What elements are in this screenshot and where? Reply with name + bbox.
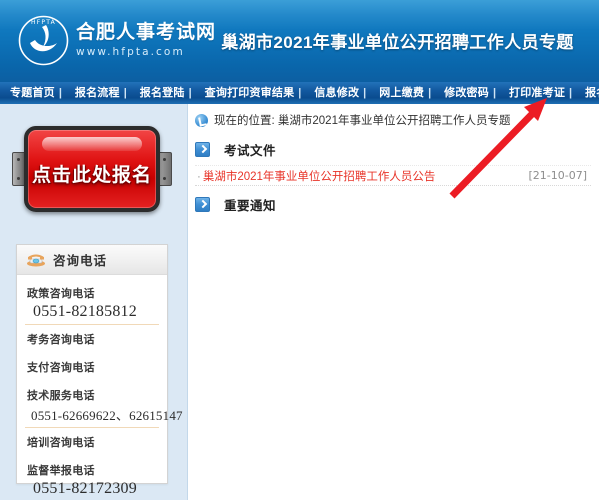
logo-text-block: 合肥人事考试网 www.hfpta.com <box>76 23 216 58</box>
nav-separator: | <box>492 87 497 99</box>
nav-item-2[interactable]: 报名流程 <box>71 82 124 104</box>
nav-separator: | <box>298 87 302 99</box>
contact-number: 0551-82172309 <box>25 480 159 500</box>
contact-panel: 咨询电话 政策咨询电话 0551-82185812 考务咨询电话 支付咨询电话 技术服务… <box>16 244 183 497</box>
nav-separator: | <box>363 87 367 99</box>
contact-label: 技术服务电话 <box>27 390 95 402</box>
page-title: 巢湖市2021年事业单位公开招聘工作人员专题 <box>221 33 574 52</box>
location-icon <box>195 113 208 127</box>
site-logo[interactable]: HFPTA 合肥人事考试网 www.hfpta.com <box>16 11 215 69</box>
contact-label: 考务咨询电话 <box>27 334 95 346</box>
svg-text:HFPTA: HFPTA <box>31 19 56 26</box>
nav-item-3[interactable]: 报名登陆 <box>136 82 189 104</box>
nav-item-4[interactable]: 查询打印资审结果 <box>201 82 299 104</box>
contact-number: 0551-62669622、62615147 <box>25 405 183 428</box>
document-date: [21-10-07] <box>528 169 587 182</box>
nav-item-5[interactable]: 信息修改 <box>310 82 363 104</box>
page-root: HFPTA 合肥人事考试网 www.hfpta.com 巢湖市2021年事业单位… <box>0 0 599 500</box>
nav-item-8[interactable]: 打印准考证 <box>505 82 569 104</box>
chevron-right-icon <box>195 142 210 157</box>
nav-separator: | <box>123 87 127 99</box>
breadcrumb-text: 现在的位置: 巢湖市2021年事业单位公开招聘工作人员专题 <box>214 115 511 127</box>
nav-item-1[interactable]: 专题首页 <box>6 82 59 104</box>
signup-button-label: 点击此处报名 <box>31 165 152 186</box>
nav-separator: | <box>428 87 432 99</box>
breadcrumb: 现在的位置: 巢湖市2021年事业单位公开招聘工作人员专题 <box>189 104 599 131</box>
contact-label: 培训咨询电话 <box>27 437 95 449</box>
contact-label: 支付咨询电话 <box>27 362 95 374</box>
signup-button[interactable]: 点击此处报名 <box>24 126 160 212</box>
button-bracket-right-icon <box>158 152 172 186</box>
contact-number: 0551-82185812 <box>25 303 159 325</box>
document-link[interactable]: 巢湖市2021年事业单位公开招聘工作人员公告 <box>197 168 436 184</box>
main-navigation: 专题首页 | 报名流程 | 报名登陆 | 查询打印资审结果 | 信息修改 | 网上缴费 | 修改密码 | 打… <box>0 82 599 104</box>
contact-panel-title: 咨询电话 <box>53 254 108 268</box>
hfpta-logo-icon: HFPTA <box>16 13 71 68</box>
main-content: 现在的位置: 巢湖市2021年事业单位公开招聘工作人员专题 考试文件巢湖市202… <box>189 104 599 500</box>
content-area: 点击此处报名 咨询电话 政策咨询电话 0551-82185812 考务咨询电话 … <box>0 104 599 500</box>
site-header: HFPTA 合肥人事考试网 www.hfpta.com 巢湖市2021年事业单位… <box>0 0 599 82</box>
section-title: 重要通知 <box>224 199 277 213</box>
sidebar: 点击此处报名 咨询电话 政策咨询电话 0551-82185812 考务咨询电话 … <box>0 104 188 500</box>
logo-url: www.hfpta.com <box>76 45 185 58</box>
contact-label: 监督举报电话 <box>27 465 95 477</box>
nav-separator: | <box>569 87 573 99</box>
document-row[interactable]: 巢湖市2021年事业单位公开招聘工作人员公告 [21-10-07] <box>195 165 591 186</box>
nav-item-9[interactable]: 报名情况浏览 <box>581 82 599 104</box>
nav-item-7[interactable]: 修改密码 <box>440 82 493 104</box>
button-gloss <box>42 137 142 151</box>
nav-separator: | <box>58 87 62 99</box>
sections-container: 考试文件巢湖市2021年事业单位公开招聘工作人员公告 [21-10-07] 重要通知 <box>189 131 599 220</box>
signup-button-wrap: 点击此处报名 <box>12 126 172 212</box>
telephone-icon <box>26 253 46 267</box>
contact-panel-header: 咨询电话 <box>17 245 167 275</box>
contact-list: 政策咨询电话 0551-82185812 考务咨询电话 支付咨询电话 技术服务电话 055… <box>17 275 183 500</box>
chevron-right-icon <box>195 197 210 212</box>
contact-label: 政策咨询电话 <box>27 288 95 300</box>
section-header[interactable]: 重要通知 <box>189 186 599 220</box>
logo-title: 合肥人事考试网 <box>76 21 217 43</box>
section-title: 考试文件 <box>224 144 277 158</box>
section-header[interactable]: 考试文件 <box>189 131 599 165</box>
nav-item-6[interactable]: 网上缴费 <box>375 82 428 104</box>
nav-separator: | <box>188 87 192 99</box>
